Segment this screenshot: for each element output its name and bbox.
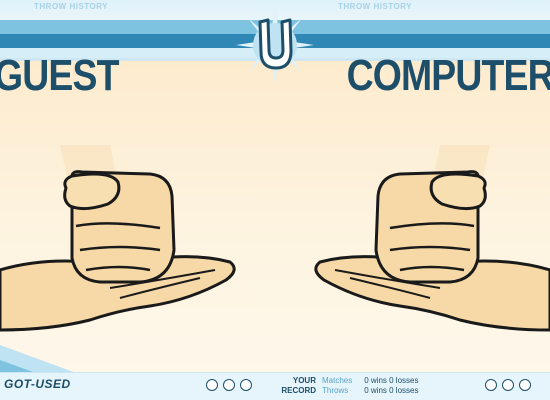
footer-bar bbox=[0, 372, 550, 400]
record-stats: Matches 0 wins 0 losses Throws 0 wins 0 … bbox=[322, 376, 418, 396]
guest-fist-on-palm-icon[interactable] bbox=[0, 130, 250, 340]
computer-round-indicators bbox=[485, 379, 531, 391]
throws-label: Throws bbox=[322, 386, 349, 395]
matches-value: 0 wins 0 losses bbox=[364, 376, 419, 385]
matches-row: Matches 0 wins 0 losses bbox=[322, 376, 418, 386]
computer-fist-on-palm-icon bbox=[314, 145, 550, 332]
computer-throw-history-label: THROW HISTORY bbox=[338, 2, 413, 11]
got-used-logo[interactable]: GOT-USED bbox=[4, 377, 71, 391]
matches-label: Matches bbox=[322, 376, 353, 385]
your-record-title: YOUR RECORD bbox=[278, 376, 316, 396]
guest-throw-history-label: THROW HISTORY bbox=[34, 2, 109, 11]
throws-row: Throws 0 wins 0 losses bbox=[322, 386, 418, 396]
round-indicator-icon bbox=[485, 379, 497, 391]
guest-round-indicators bbox=[206, 379, 252, 391]
u-logo-icon bbox=[236, 6, 314, 84]
round-indicator-icon bbox=[223, 379, 235, 391]
guest-player-name: GUEST bbox=[0, 51, 119, 100]
round-indicator-icon bbox=[206, 379, 218, 391]
record-title-line: RECORD bbox=[281, 386, 316, 395]
throws-value: 0 wins 0 losses bbox=[364, 386, 419, 395]
round-indicator-icon bbox=[240, 379, 252, 391]
game-stage: THROW HISTORY THROW HISTORY GUEST COMPUT… bbox=[0, 0, 550, 400]
record-title-line: YOUR bbox=[292, 376, 316, 385]
round-indicator-icon bbox=[502, 379, 514, 391]
round-indicator-icon bbox=[519, 379, 531, 391]
computer-player-name: COMPUTER bbox=[346, 51, 550, 100]
